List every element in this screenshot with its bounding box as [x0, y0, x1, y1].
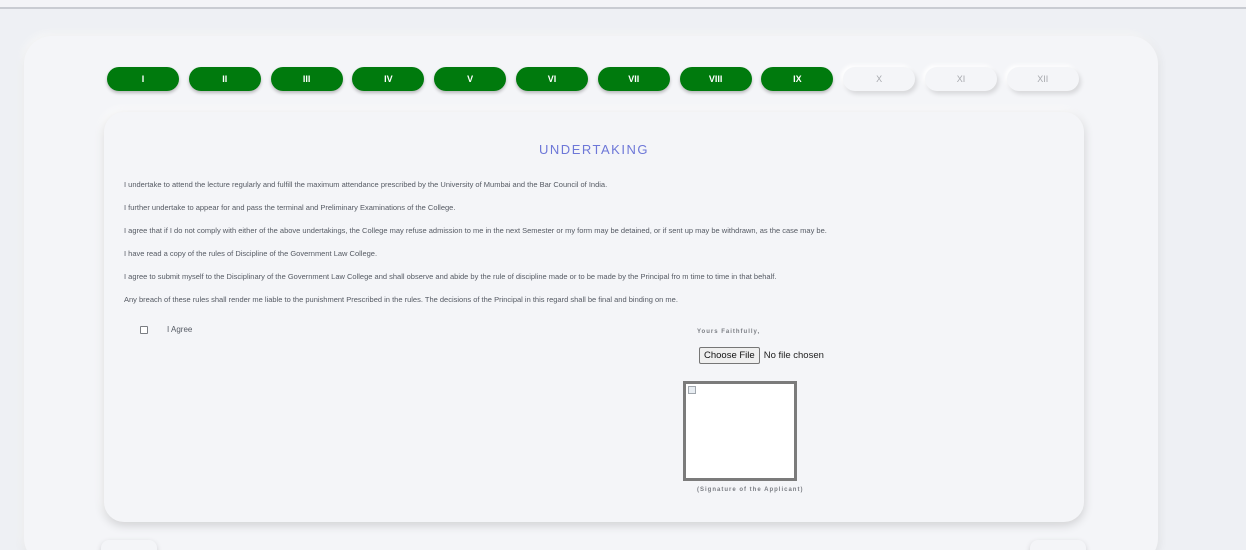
signature-file-input: Choose File No file chosen — [699, 347, 824, 364]
step-tab-8[interactable]: VIII — [679, 67, 752, 91]
choose-file-button[interactable]: Choose File — [699, 347, 760, 364]
broken-image-icon — [688, 386, 696, 394]
signature-caption: (Signature of the Applicant) — [697, 487, 804, 493]
next-button[interactable] — [1030, 540, 1086, 550]
signature-preview — [683, 381, 797, 481]
step-tab-12[interactable]: XII — [1006, 67, 1079, 91]
undertaking-text: I undertake to attend the lecture regula… — [124, 180, 1074, 318]
step-tabs: I II III IV V VI VII VIII IX X XI XII — [107, 67, 1087, 93]
step-tab-9[interactable]: IX — [761, 67, 834, 91]
undertaking-line: I agree to submit myself to the Discipli… — [124, 272, 777, 281]
undertaking-line: I further undertake to appear for and pa… — [124, 203, 456, 212]
step-tab-1[interactable]: I — [107, 67, 179, 91]
step-tab-7[interactable]: VII — [597, 67, 670, 91]
undertaking-line: I undertake to attend the lecture regula… — [124, 180, 608, 189]
undertaking-line: I agree that if I do not comply with eit… — [124, 226, 827, 235]
agree-row: I Agree — [140, 325, 192, 334]
yours-faithfully-label: Yours Faithfully, — [697, 329, 761, 335]
step-tab-2[interactable]: II — [188, 67, 261, 91]
top-border — [0, 0, 1246, 9]
step-tab-11[interactable]: XI — [925, 67, 997, 91]
step-tab-6[interactable]: VI — [516, 67, 588, 91]
step-tab-10[interactable]: X — [843, 67, 916, 91]
undertaking-line: I have read a copy of the rules of Disci… — [124, 249, 378, 258]
agree-checkbox[interactable] — [140, 325, 148, 334]
step-tab-3[interactable]: III — [270, 67, 343, 91]
page-title: UNDERTAKING — [539, 142, 649, 157]
previous-button[interactable] — [101, 540, 157, 550]
step-tab-5[interactable]: V — [434, 67, 507, 91]
undertaking-line: Any breach of these rules shall render m… — [124, 295, 678, 304]
agree-label[interactable]: I Agree — [167, 325, 192, 334]
no-file-label: No file chosen — [763, 350, 824, 361]
step-tab-4[interactable]: IV — [352, 67, 425, 91]
